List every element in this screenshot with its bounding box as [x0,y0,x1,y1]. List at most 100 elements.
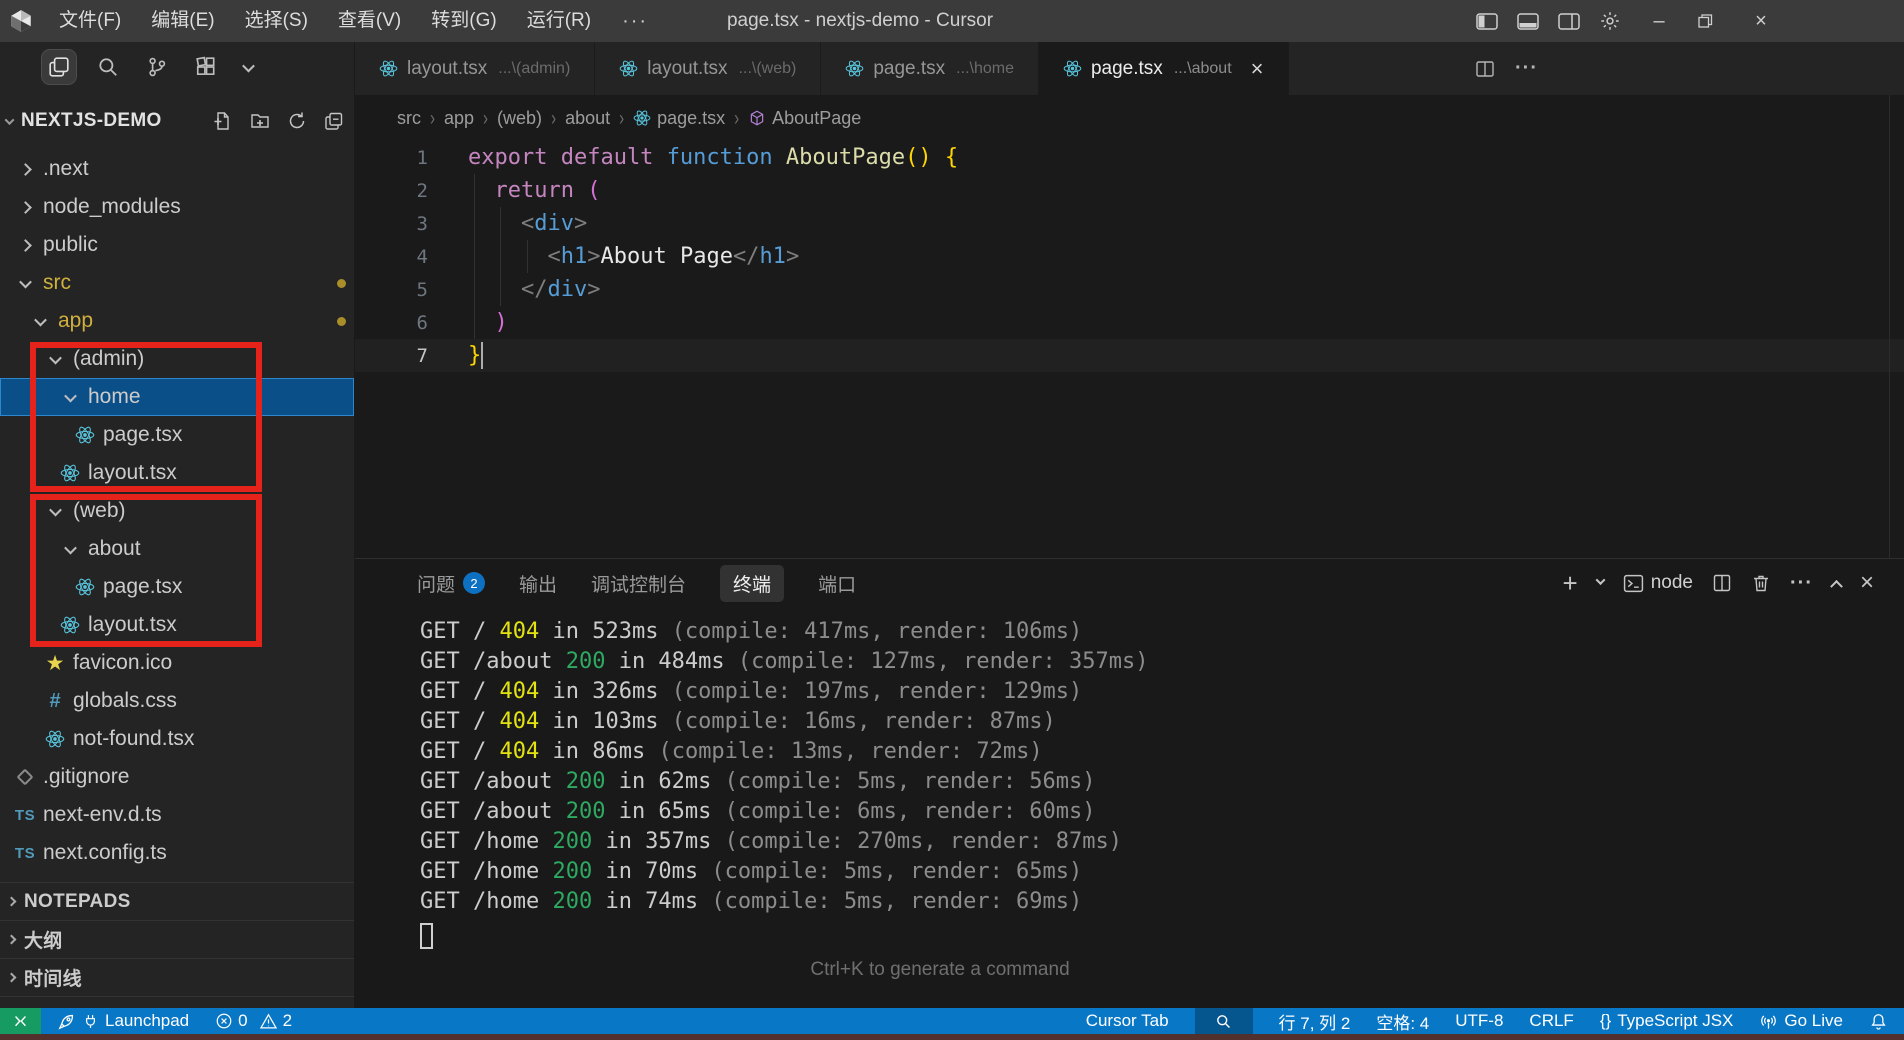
minimize-button[interactable]: – [1646,10,1672,33]
tree-item-page.tsx[interactable]: page.tsx [0,416,354,454]
tree-item-label: .gitignore [43,765,129,789]
terminal-log-line: GET / 404 in 523ms (compile: 417ms, rend… [420,617,1904,647]
tree-item-.next[interactable]: .next [0,150,354,188]
editor-area: layout.tsx...\(admin)layout.tsx...\(web)… [355,42,1904,1008]
tree-item-next.config.ts[interactable]: TSnext.config.ts [0,834,354,872]
code-line[interactable]: 1export default function AboutPage() { [355,141,1904,174]
eol-status-item[interactable]: CRLF [1529,1011,1573,1031]
editor-tab[interactable]: layout.tsx...\(admin) [355,42,595,95]
tree-item-globals.css[interactable]: #globals.css [0,682,354,720]
breadcrumb[interactable]: src›app›(web)›about›page.tsx›AboutPage [355,95,1904,141]
sidebar-section-NOTEPADS[interactable]: NOTEPADS [0,882,354,920]
launchpad-status-item[interactable]: Launchpad [57,1011,189,1031]
encoding-status-item[interactable]: UTF-8 [1455,1011,1503,1031]
collapse-folders-icon[interactable] [324,111,344,131]
tree-item--admin-[interactable]: (admin) [0,340,354,378]
code-line[interactable]: 5 </div> [355,273,1904,306]
remote-icon [12,1013,29,1030]
search-view-icon[interactable] [91,50,125,84]
indentation-status-item[interactable]: 空格: 4 [1376,1009,1429,1034]
breadcrumb-item-file[interactable]: page.tsx [657,108,725,129]
panel-tab-输出[interactable]: 输出 [519,570,557,597]
sidebar-section-时间线[interactable]: 时间线 [0,958,354,996]
code-line[interactable]: 2 return ( [355,174,1904,207]
menu-item[interactable]: 运行(R) [512,10,606,31]
toggle-secondary-sidebar-icon[interactable] [1558,13,1580,30]
sidebar-section-大纲[interactable]: 大纲 [0,920,354,958]
terminal-output[interactable]: GET / 404 in 523ms (compile: 417ms, rend… [355,607,1904,917]
tree-item-.gitignore[interactable]: .gitignore [0,758,354,796]
tree-item-layout.tsx[interactable]: layout.tsx [0,454,354,492]
breadcrumb-item[interactable]: (web) [497,108,542,129]
menu-item[interactable]: 查看(V) [323,10,416,31]
editor-more-actions-icon[interactable]: ··· [1515,57,1538,80]
tree-item-app[interactable]: app [0,302,354,340]
close-tab-icon[interactable]: × [1251,58,1264,80]
settings-gear-icon[interactable] [1599,10,1621,32]
remote-indicator[interactable] [0,1008,41,1034]
panel-tab-终端[interactable]: 终端 [720,565,784,602]
restore-button[interactable] [1697,13,1723,29]
explorer-section-header[interactable]: NEXTJS-DEMO [0,104,354,138]
split-editor-icon[interactable] [1475,59,1495,79]
code-line[interactable]: 7} [355,339,1904,372]
editor-tab[interactable]: page.tsx...\home [821,42,1039,95]
tree-item-src[interactable]: src [0,264,354,302]
panel-more-actions-icon[interactable]: ··· [1790,572,1813,595]
new-file-icon[interactable] [213,111,233,131]
panel-tab-label: 调试控制台 [591,570,686,597]
tree-item-favicon.ico[interactable]: ★favicon.ico [0,644,354,682]
editor-tab[interactable]: page.tsx...\about× [1039,42,1289,95]
line-col-status-item[interactable]: 行 7, 列 2 [1279,1009,1351,1034]
kill-terminal-trash-icon[interactable] [1751,573,1771,593]
tree-item--web-[interactable]: (web) [0,492,354,530]
panel-tab-问题[interactable]: 问题2 [417,570,485,597]
tree-item-next-env.d.ts[interactable]: TSnext-env.d.ts [0,796,354,834]
new-folder-icon[interactable] [250,111,270,131]
activity-chevron-down-icon[interactable] [238,50,258,84]
panel-tab-端口[interactable]: 端口 [818,570,856,597]
terminal-instance-item[interactable]: node [1623,572,1693,594]
toggle-primary-sidebar-icon[interactable] [1476,13,1498,30]
menu-item[interactable]: 编辑(E) [136,10,229,31]
extensions-view-icon[interactable] [189,50,223,84]
panel-tab-调试控制台[interactable]: 调试控制台 [591,570,686,597]
cursor-ide-window: 文件(F)编辑(E)选择(S)查看(V)转到(G)运行(R) ··· page.… [0,0,1904,1040]
tree-item-layout.tsx[interactable]: layout.tsx [0,606,354,644]
split-terminal-icon[interactable] [1712,573,1732,593]
code-line[interactable]: 4 <h1>About Page</h1> [355,240,1904,273]
tree-item-home[interactable]: home [0,378,354,416]
search-status-item[interactable] [1195,1008,1253,1034]
menu-item[interactable]: 选择(S) [230,10,323,31]
tree-item-about[interactable]: about [0,530,354,568]
refresh-icon[interactable] [287,111,307,131]
notifications-bell-icon[interactable] [1869,1012,1888,1031]
close-window-button[interactable]: × [1748,10,1774,33]
menu-item[interactable]: 转到(G) [416,10,511,31]
breadcrumb-item[interactable]: app [444,108,474,129]
terminal-dropdown-chevron-icon[interactable] [1595,575,1605,585]
code-line[interactable]: 6 ) [355,306,1904,339]
menu-item[interactable]: 文件(F) [44,10,136,31]
code-editor[interactable]: 1export default function AboutPage() {2 … [355,141,1904,557]
breadcrumb-item[interactable]: src [397,108,421,129]
close-panel-icon[interactable]: × [1860,569,1874,597]
toggle-panel-icon[interactable] [1517,13,1539,30]
maximize-panel-chevron-icon[interactable] [1830,579,1843,592]
tree-item-page.tsx[interactable]: page.tsx [0,568,354,606]
cursor-tab-status-item[interactable]: Cursor Tab [1086,1011,1169,1031]
go-live-status-item[interactable]: Go Live [1759,1011,1843,1031]
code-line[interactable]: 3 <div> [355,207,1904,240]
new-terminal-icon[interactable]: + [1563,570,1578,596]
language-mode-status-item[interactable]: {} TypeScript JSX [1600,1011,1734,1031]
tree-item-not-found.tsx[interactable]: not-found.tsx [0,720,354,758]
chevron-right-icon [19,201,32,214]
tree-item-node-modules[interactable]: node_modules [0,188,354,226]
source-control-view-icon[interactable] [140,50,174,84]
breadcrumb-item[interactable]: about [565,108,610,129]
editor-tab[interactable]: layout.tsx...\(web) [595,42,821,95]
tree-item-public[interactable]: public [0,226,354,264]
problems-status-item[interactable]: 0 2 [215,1011,292,1031]
breadcrumb-item-symbol[interactable]: AboutPage [772,108,861,129]
explorer-view-icon[interactable] [42,50,76,84]
